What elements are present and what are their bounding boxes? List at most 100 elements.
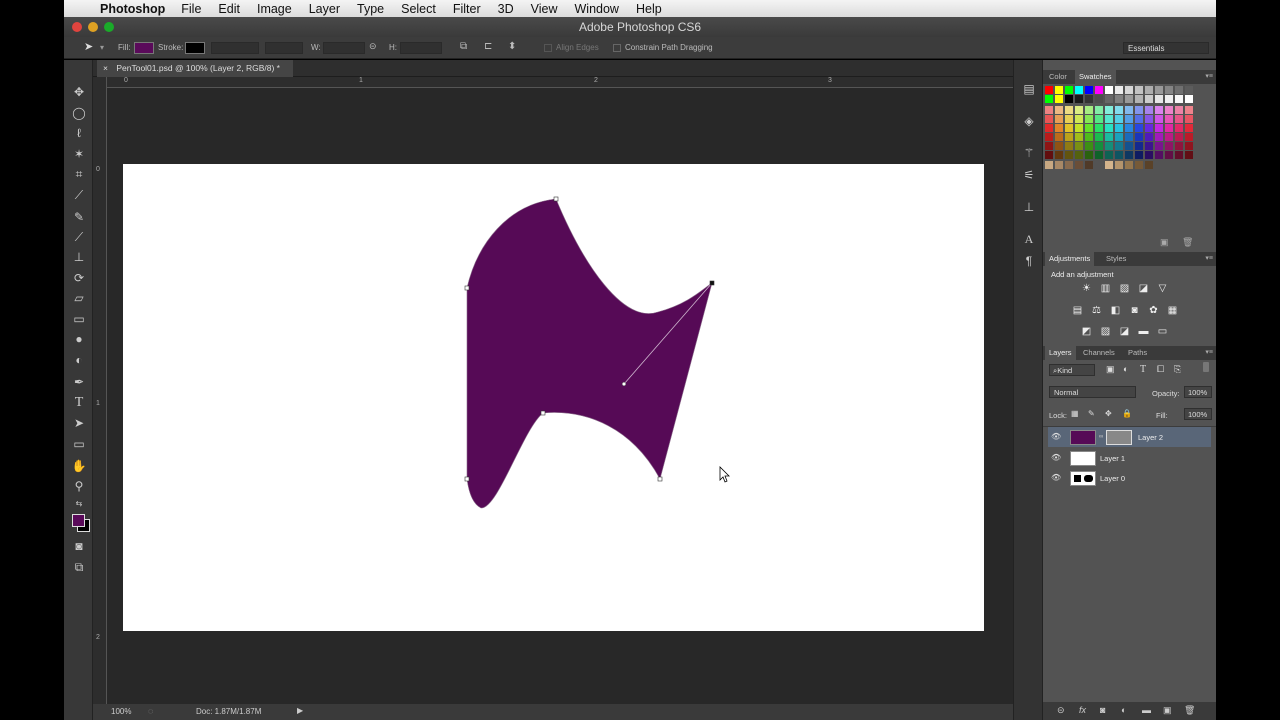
tab-swatches[interactable]: Swatches (1075, 70, 1116, 84)
color-swatch[interactable] (1125, 151, 1133, 159)
adjustment-layer-icon[interactable]: ◐ (1121, 705, 1126, 715)
color-swatch[interactable] (1105, 95, 1113, 103)
fill-swatch[interactable] (134, 42, 154, 54)
zoom-tool-icon[interactable]: ⚲ (70, 478, 88, 494)
opacity-field[interactable]: 100% (1184, 386, 1212, 398)
color-swatch[interactable] (1075, 161, 1083, 169)
blur-tool-icon[interactable]: ● (70, 331, 88, 347)
new-swatch-icon[interactable]: ▣ (1160, 237, 1169, 248)
menu-help[interactable]: Help (636, 2, 662, 16)
color-swatch[interactable] (1055, 95, 1063, 103)
type-tool-icon[interactable]: T (70, 395, 88, 411)
layer-row-layer-1[interactable]: 👁 Layer 1 (1048, 448, 1211, 468)
photo-filter-icon[interactable]: ◙ (1128, 305, 1141, 316)
lock-pixels-icon[interactable]: ✎ (1088, 409, 1095, 418)
color-swatch[interactable] (1185, 106, 1193, 114)
color-swatch[interactable] (1065, 133, 1073, 141)
visibility-eye-icon[interactable]: 👁 (1051, 432, 1061, 441)
add-mask-icon[interactable]: ◙ (1100, 705, 1105, 715)
levels-icon[interactable]: ▥ (1099, 283, 1112, 294)
color-swatch[interactable] (1175, 142, 1183, 150)
color-swatch[interactable] (1085, 151, 1093, 159)
lasso-tool-icon[interactable]: ℓ (70, 125, 88, 141)
panel-menu-icon[interactable]: ▾≡ (1205, 72, 1213, 80)
path-arrangement-icon[interactable]: ⬍ (508, 41, 516, 52)
swap-colors-icon[interactable]: ⇆ (70, 496, 88, 512)
color-swatch[interactable] (1055, 86, 1063, 94)
tab-layers[interactable]: Layers (1045, 346, 1076, 360)
color-swatch[interactable] (1175, 95, 1183, 103)
color-swatch[interactable] (1185, 133, 1193, 141)
menu-view[interactable]: View (531, 2, 558, 16)
color-swatch[interactable] (1065, 161, 1073, 169)
color-swatch[interactable] (1075, 86, 1083, 94)
color-swatch[interactable] (1075, 151, 1083, 159)
tab-styles[interactable]: Styles (1102, 252, 1130, 266)
color-swatch[interactable] (1045, 133, 1053, 141)
document-canvas[interactable] (123, 164, 984, 631)
color-swatch[interactable] (1075, 142, 1083, 150)
color-swatch[interactable] (1105, 142, 1113, 150)
fill-field[interactable]: 100% (1184, 408, 1212, 420)
filter-toggle[interactable] (1203, 362, 1209, 372)
color-swatch[interactable] (1145, 115, 1153, 123)
visibility-eye-icon[interactable]: 👁 (1051, 453, 1061, 462)
color-swatch[interactable] (1175, 86, 1183, 94)
color-swatch[interactable] (1075, 124, 1083, 132)
magic-wand-tool-icon[interactable]: ✶ (70, 146, 88, 162)
visibility-eye-icon[interactable]: 👁 (1051, 473, 1061, 482)
stroke-swatch[interactable] (185, 42, 205, 54)
color-swatch[interactable] (1115, 106, 1123, 114)
gradient-map-icon[interactable]: ▬ (1137, 326, 1150, 337)
exposure-icon[interactable]: ◪ (1137, 283, 1150, 294)
color-swatch[interactable] (1045, 115, 1053, 123)
app-menu[interactable]: Photoshop (100, 2, 165, 16)
clone-source-icon[interactable]: ⊥ (1022, 200, 1036, 214)
color-swatch[interactable] (1055, 124, 1063, 132)
stroke-type-dropdown[interactable] (265, 42, 303, 54)
color-swatch[interactable] (1115, 161, 1123, 169)
color-swatch[interactable] (1175, 151, 1183, 159)
color-balance-icon[interactable]: ⚖ (1090, 305, 1103, 316)
color-swatch[interactable] (1175, 115, 1183, 123)
color-swatch[interactable] (1115, 124, 1123, 132)
brush-presets-icon[interactable]: ⚟ (1022, 168, 1036, 182)
anchor-point[interactable] (540, 410, 546, 416)
panel-menu-icon[interactable]: ▾≡ (1205, 254, 1213, 262)
align-edges-checkbox[interactable] (544, 44, 552, 52)
path-alignment-icon[interactable]: ⊏ (484, 41, 492, 52)
tool-preset-dropdown-icon[interactable]: ▾ (100, 43, 104, 52)
character-panel-icon[interactable]: A (1022, 232, 1036, 246)
color-swatch[interactable] (1125, 161, 1133, 169)
color-swatch[interactable] (1145, 86, 1153, 94)
clone-stamp-tool-icon[interactable]: ⊥ (70, 249, 88, 265)
color-swatch[interactable] (1165, 115, 1173, 123)
color-swatch[interactable] (1155, 142, 1163, 150)
color-swatch[interactable] (1065, 151, 1073, 159)
color-swatch[interactable] (1175, 124, 1183, 132)
anchor-point-selected[interactable] (709, 280, 715, 286)
status-menu-arrow-icon[interactable]: ▶ (297, 706, 303, 715)
menu-select[interactable]: Select (401, 2, 436, 16)
path-select-tool-icon[interactable]: ➤ (84, 40, 93, 53)
color-swatch[interactable] (1075, 115, 1083, 123)
color-swatch[interactable] (1135, 95, 1143, 103)
color-swatch[interactable] (1095, 95, 1103, 103)
color-swatch[interactable] (1165, 142, 1173, 150)
lock-position-icon[interactable]: ✥ (1105, 409, 1112, 418)
color-swatch[interactable] (1165, 124, 1173, 132)
new-group-icon[interactable]: ▬ (1142, 705, 1151, 715)
tab-channels[interactable]: Channels (1079, 346, 1119, 360)
color-swatch[interactable] (1125, 86, 1133, 94)
color-swatch[interactable] (1135, 106, 1143, 114)
color-swatch[interactable] (1065, 95, 1073, 103)
delete-layer-icon[interactable]: 🗑 (1184, 705, 1195, 716)
layer-name[interactable]: Layer 2 (1138, 433, 1163, 442)
color-swatch[interactable] (1125, 133, 1133, 141)
menu-window[interactable]: Window (575, 2, 619, 16)
vertical-ruler[interactable]: 0 1 2 (93, 77, 107, 704)
color-swatch[interactable] (1145, 133, 1153, 141)
layer-name[interactable]: Layer 1 (1100, 454, 1125, 463)
color-swatch[interactable] (1095, 106, 1103, 114)
marquee-tool-icon[interactable]: ◯ (70, 105, 88, 121)
